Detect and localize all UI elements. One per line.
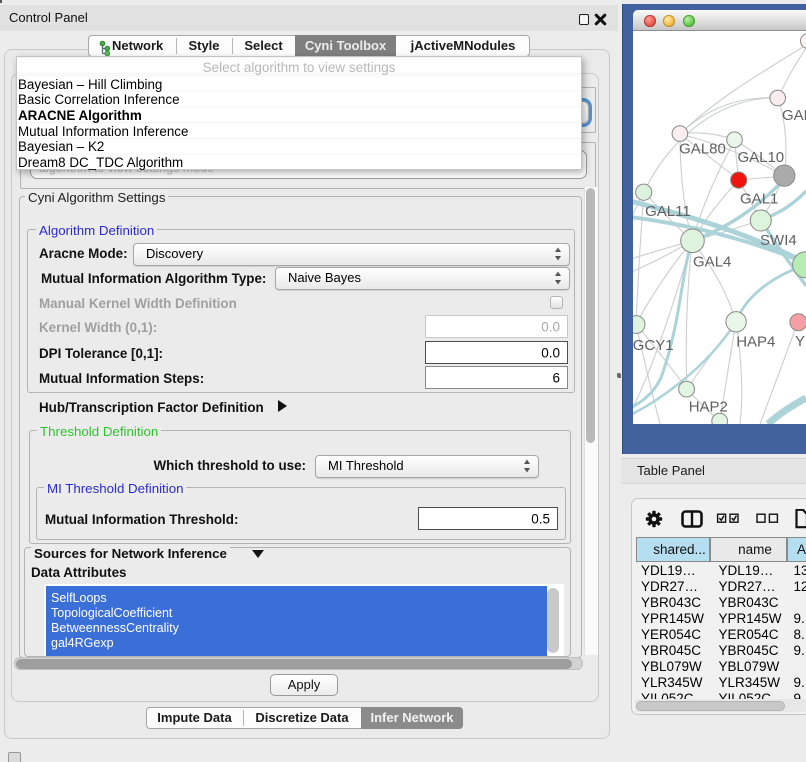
svg-text:GCY1: GCY1	[633, 337, 674, 354]
svg-text:GAL1: GAL1	[740, 191, 778, 208]
svg-text:GAL80: GAL80	[679, 140, 726, 157]
svg-text:GAL10: GAL10	[737, 149, 784, 166]
svg-text:HAP4: HAP4	[736, 334, 775, 351]
svg-text:SWI4: SWI4	[760, 232, 797, 249]
svg-text:GAL4: GAL4	[693, 254, 731, 271]
svg-text:Y: Y	[795, 333, 805, 350]
svg-text:GAL11: GAL11	[645, 203, 691, 220]
svg-text:GAL: GAL	[782, 107, 806, 124]
svg-text:HAP2: HAP2	[689, 399, 728, 416]
